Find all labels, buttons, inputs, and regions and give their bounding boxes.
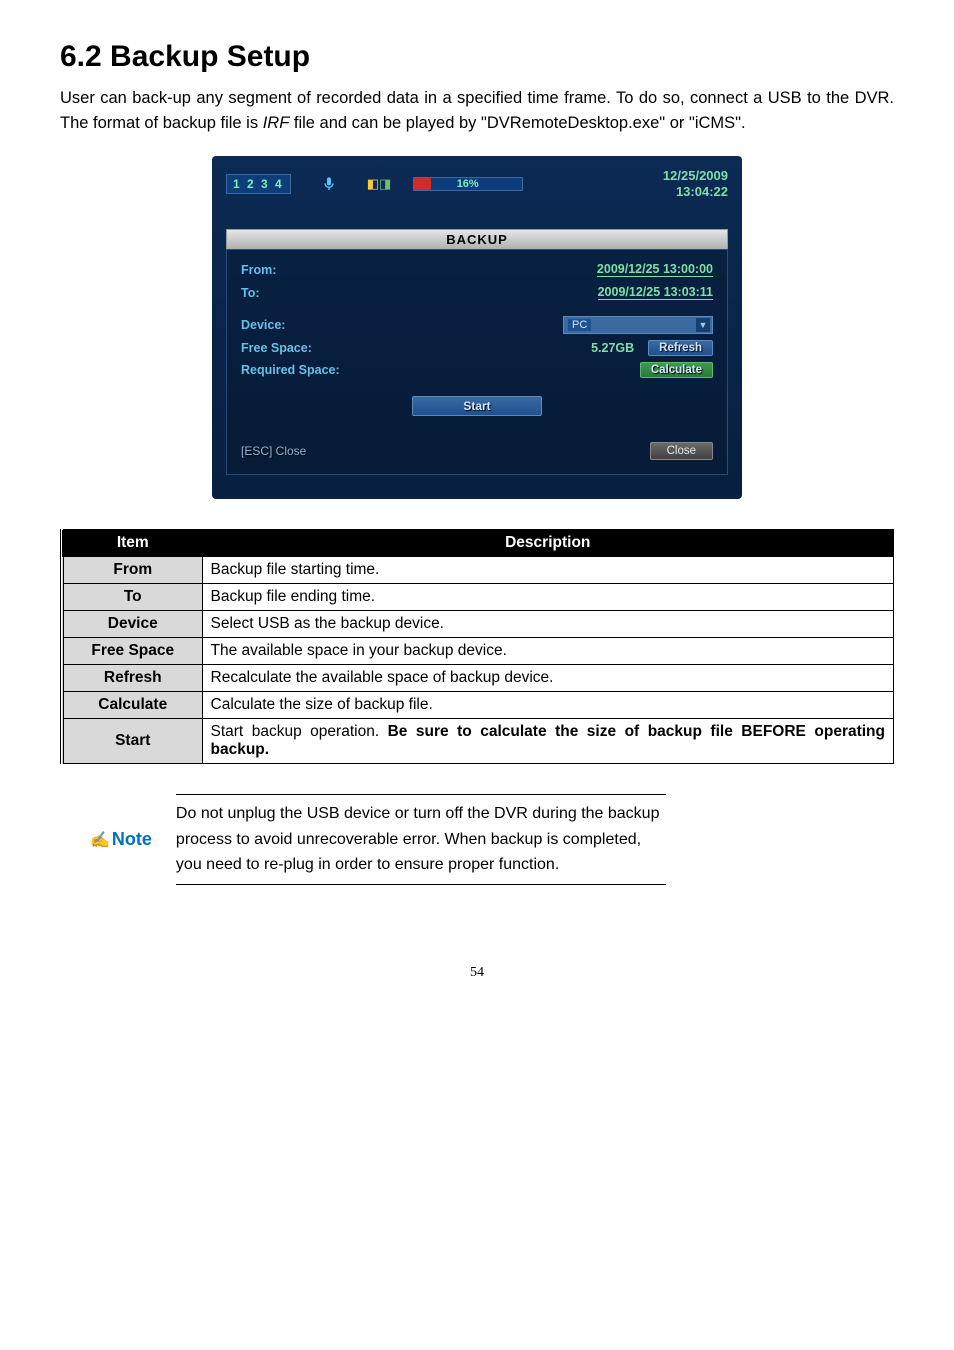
from-value[interactable]: 2009/12/25 13:00:00 [597, 262, 713, 277]
to-label: To: [241, 286, 260, 300]
mic-icon [321, 176, 337, 192]
device-select[interactable]: PC ▼ [563, 316, 713, 334]
description-table: Item Description From Backup file starti… [60, 529, 894, 764]
start-button[interactable]: Start [412, 396, 541, 416]
backup-panel-body: From: 2009/12/25 13:00:00 To: 2009/12/25… [226, 249, 728, 475]
row-desc-calculate: Calculate the size of backup file. [202, 692, 894, 719]
clock-display: 12/25/2009 13:04:22 [663, 168, 728, 202]
page-number: 54 [60, 965, 894, 981]
start-row: Start [241, 396, 713, 416]
esc-close-label: [ESC] Close [241, 444, 306, 458]
table-header-row: Item Description [62, 530, 894, 557]
table-row: Refresh Recalculate the available space … [62, 665, 894, 692]
hdr-item: Item [62, 530, 202, 557]
row-desc-refresh: Recalculate the available space of backu… [202, 665, 894, 692]
table-row: Device Select USB as the backup device. [62, 611, 894, 638]
row-label-start: Start [62, 719, 202, 764]
ss-topbar-left: 1 2 3 4 ◧◨ 16% [226, 174, 523, 194]
pencil-icon: ✍ [90, 830, 110, 850]
panel-footer: [ESC] Close Close [241, 434, 713, 460]
clock-date: 12/25/2009 [663, 168, 728, 185]
device-row: Device: PC ▼ [241, 316, 713, 334]
table-row: Free Space The available space in your b… [62, 638, 894, 665]
required-space-row: Required Space: Calculate [241, 362, 713, 378]
usage-progress: 16% [413, 177, 523, 191]
from-row: From: 2009/12/25 13:00:00 [241, 262, 713, 277]
refresh-button[interactable]: Refresh [648, 340, 713, 356]
row-label-to: To [62, 584, 202, 611]
clock-time: 13:04:22 [663, 184, 728, 201]
device-label: Device: [241, 318, 285, 332]
start-desc-plain: Start backup operation. [211, 723, 388, 740]
intro-paragraph: User can back-up any segment of recorded… [60, 86, 894, 136]
intro-irf: IRF [263, 114, 290, 132]
dvr-screenshot: 1 2 3 4 ◧◨ 16% 12/25/2009 13:04:22 [212, 156, 742, 500]
progress-text: 16% [414, 178, 522, 190]
to-row: To: 2009/12/25 13:03:11 [241, 285, 713, 300]
channel-indicator: 1 2 3 4 [226, 174, 291, 194]
section-heading: 6.2 Backup Setup [60, 40, 894, 74]
free-space-label: Free Space: [241, 341, 312, 355]
row-label-freespace: Free Space [62, 638, 202, 665]
table-row: Start Start backup operation. Be sure to… [62, 719, 894, 764]
note-text: Do not unplug the USB device or turn off… [176, 794, 666, 885]
note-block: ✍Note Do not unplug the USB device or tu… [60, 794, 894, 885]
screenshot-container: 1 2 3 4 ◧◨ 16% 12/25/2009 13:04:22 [60, 156, 894, 500]
hdr-desc: Description [202, 530, 894, 557]
device-select-value: PC [568, 319, 591, 331]
row-desc-freespace: The available space in your backup devic… [202, 638, 894, 665]
chevron-down-icon: ▼ [696, 318, 710, 332]
table-row: To Backup file ending time. [62, 584, 894, 611]
row-desc-device: Select USB as the backup device. [202, 611, 894, 638]
table-row: Calculate Calculate the size of backup f… [62, 692, 894, 719]
calculate-button[interactable]: Calculate [640, 362, 713, 378]
free-space-row: Free Space: 5.27GB Refresh [241, 340, 713, 356]
row-desc-from: Backup file starting time. [202, 557, 894, 584]
ss-topbar: 1 2 3 4 ◧◨ 16% 12/25/2009 13:04:22 [226, 168, 728, 202]
network-icon: ◧◨ [367, 176, 383, 192]
row-label-device: Device [62, 611, 202, 638]
table-row: From Backup file starting time. [62, 557, 894, 584]
row-desc-to: Backup file ending time. [202, 584, 894, 611]
to-value[interactable]: 2009/12/25 13:03:11 [598, 285, 713, 300]
note-label-text: Note [112, 829, 152, 850]
note-label: ✍Note [90, 829, 152, 850]
close-button[interactable]: Close [650, 442, 713, 460]
required-space-label: Required Space: [241, 363, 340, 377]
from-label: From: [241, 263, 276, 277]
backup-panel-header: BACKUP [226, 229, 728, 249]
row-label-from: From [62, 557, 202, 584]
row-label-refresh: Refresh [62, 665, 202, 692]
row-desc-start: Start backup operation. Be sure to calcu… [202, 719, 894, 764]
free-space-value: 5.27GB [591, 341, 634, 355]
row-label-calculate: Calculate [62, 692, 202, 719]
intro-text-2: file and can be played by "DVRemoteDeskt… [289, 114, 745, 132]
